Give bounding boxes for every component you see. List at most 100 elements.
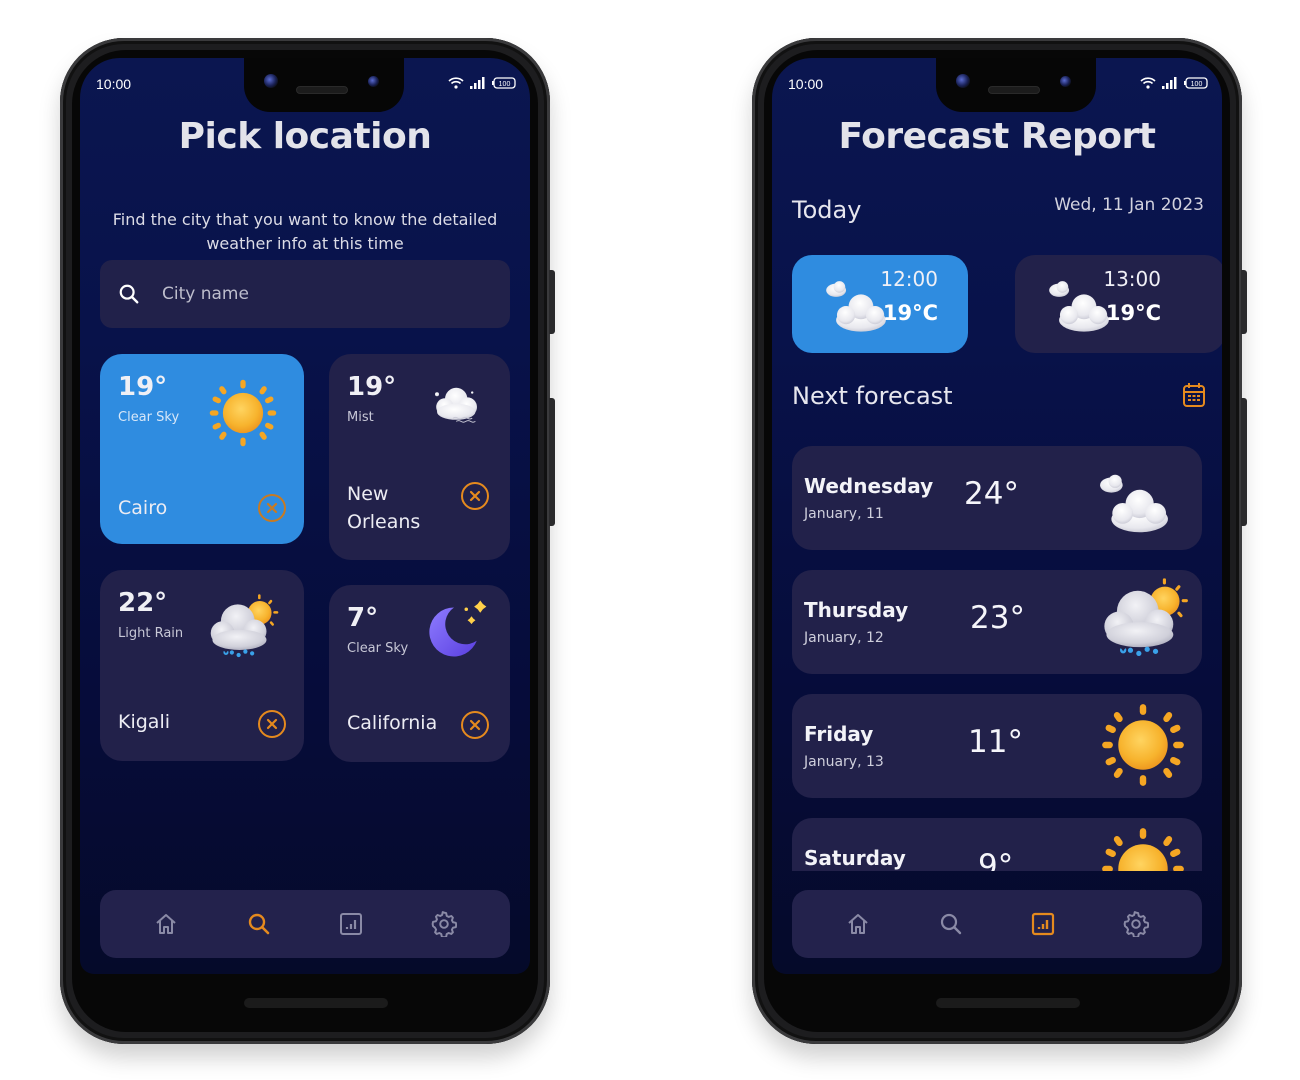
camera-icon: [956, 74, 970, 88]
city-name: New Orleans: [347, 483, 421, 533]
forecast-day: Wednesday: [804, 474, 934, 498]
today-label: Today: [792, 196, 862, 224]
hourly-card[interactable]: 13:00 19°C: [1015, 255, 1222, 353]
status-icons: 100: [1140, 76, 1208, 90]
home-icon: [848, 914, 868, 934]
remove-city-button[interactable]: [461, 482, 489, 510]
battery-icon: 100: [1184, 77, 1208, 89]
sun-icon: [1100, 702, 1186, 788]
search-icon: [940, 913, 961, 935]
wifi-icon: [448, 77, 464, 89]
rain-cloud-sun-icon: [204, 594, 280, 662]
city-card[interactable]: 19° Mist New Orleans: [329, 354, 510, 560]
nav-search[interactable]: [239, 904, 279, 944]
city-card[interactable]: 19° Clear Sky Cairo: [100, 354, 304, 544]
hour-time: 12:00: [880, 267, 938, 291]
status-time: 10:00: [96, 76, 132, 92]
forecast-row[interactable]: Wednesday January, 11 24°: [792, 446, 1202, 550]
nav-settings[interactable]: [1116, 904, 1156, 944]
forecast-date: January, 13: [804, 754, 884, 770]
city-card[interactable]: 7° Clear Sky California: [329, 585, 510, 762]
forecast-row[interactable]: Friday January, 13 11°: [792, 694, 1202, 798]
bottom-nav: [100, 890, 510, 958]
close-icon: [266, 718, 278, 730]
forecast-temp: 11°: [968, 724, 1023, 760]
close-icon: [469, 490, 481, 502]
status-icons: 100: [448, 76, 516, 90]
phone-forecast-report: 10:00 100 Forecast Report Today Wed, 11 …: [752, 38, 1247, 1044]
signal-icon: [470, 77, 485, 89]
hour-temp: 19°C: [1105, 301, 1161, 325]
nav-home[interactable]: [146, 904, 186, 944]
gear-icon: [1123, 911, 1149, 937]
search-icon: [248, 913, 270, 935]
remove-city-button[interactable]: [258, 710, 286, 738]
camera-icon: [264, 74, 278, 88]
svg-text:100: 100: [499, 81, 511, 88]
forecast-row[interactable]: Thursday January, 12 23°: [792, 570, 1202, 674]
forecast-list[interactable]: Wednesday January, 11 24° Thursday Janua…: [792, 446, 1202, 871]
next-forecast-label: Next forecast: [792, 382, 953, 410]
today-date: Wed, 11 Jan 2023: [1054, 195, 1204, 215]
bottom-nav: [792, 890, 1202, 958]
close-icon: [266, 502, 278, 514]
signal-icon: [1162, 77, 1177, 89]
cloudy-icon: [1096, 470, 1172, 536]
volume-button: [1241, 398, 1247, 526]
calendar-button[interactable]: [1182, 382, 1206, 412]
forecast-date: January, 11: [804, 506, 884, 522]
power-button: [1241, 270, 1247, 334]
power-button: [549, 270, 555, 334]
page-title: Forecast Report: [838, 116, 1156, 157]
sun-icon: [1100, 826, 1186, 871]
city-name: California: [347, 712, 438, 734]
city-name: Kigali: [118, 711, 170, 733]
city-search-field[interactable]: [100, 260, 510, 328]
hour-temp: 19°C: [882, 301, 938, 325]
nav-settings[interactable]: [424, 904, 464, 944]
forecast-row[interactable]: Saturday 9°: [792, 818, 1202, 871]
screen: 10:00 100 Forecast Report Today Wed, 11 …: [772, 58, 1222, 974]
nav-report[interactable]: [331, 904, 371, 944]
hourly-card[interactable]: 12:00 19°C: [792, 255, 968, 353]
nav-report[interactable]: [1023, 904, 1063, 944]
page-subtitle: Find the city that you want to know the …: [112, 210, 498, 253]
screen: 10:00 100 Pick location Find the city th…: [80, 58, 530, 974]
forecast-temp: 9°: [978, 848, 1014, 871]
camera-icon: [368, 76, 379, 87]
battery-icon: 100: [492, 77, 516, 89]
phone-pick-location: 10:00 100 Pick location Find the city th…: [60, 38, 555, 1044]
speaker-grille: [296, 86, 348, 94]
volume-button: [549, 398, 555, 526]
sun-icon: [208, 378, 278, 448]
forecast-day: Friday: [804, 722, 874, 746]
page-title: Pick location: [178, 116, 432, 157]
remove-city-button[interactable]: [258, 494, 286, 522]
gear-icon: [431, 911, 457, 937]
nav-search[interactable]: [931, 904, 971, 944]
hour-time: 13:00: [1103, 267, 1161, 291]
wifi-icon: [1140, 77, 1156, 89]
status-time: 10:00: [788, 76, 824, 92]
home-indicator: [244, 998, 388, 1008]
search-icon: [119, 284, 139, 304]
close-icon: [469, 719, 481, 731]
remove-city-button[interactable]: [461, 711, 489, 739]
home-indicator: [936, 998, 1080, 1008]
speaker-grille: [988, 86, 1040, 94]
city-card[interactable]: 22° Light Rain Kigali: [100, 570, 304, 761]
calendar-icon: [1183, 383, 1205, 407]
moon-stars-icon: [415, 597, 493, 667]
home-icon: [156, 914, 176, 934]
forecast-day: Thursday: [804, 598, 909, 622]
mist-cloud-icon: [429, 382, 485, 432]
camera-icon: [1060, 76, 1071, 87]
svg-text:100: 100: [1191, 81, 1203, 88]
notch: [244, 58, 404, 112]
chart-icon: [340, 913, 363, 935]
city-name: Cairo: [118, 497, 168, 519]
nav-home[interactable]: [838, 904, 878, 944]
city-search-input[interactable]: [162, 284, 462, 304]
rain-cloud-sun-icon: [1096, 576, 1190, 664]
notch: [936, 58, 1096, 112]
